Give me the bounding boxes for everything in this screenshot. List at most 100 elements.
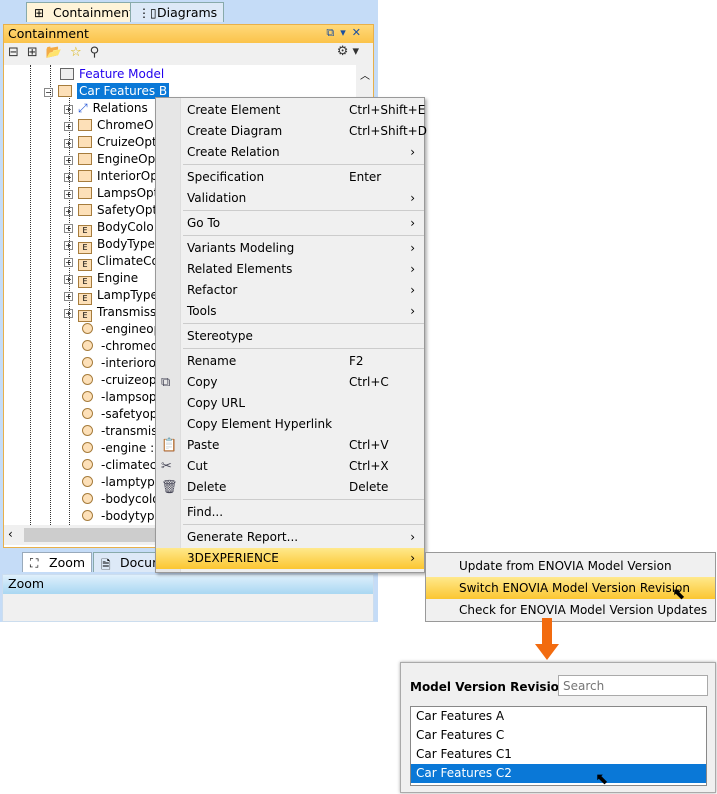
mouse-cursor-icon: ⬉ [672,584,686,603]
tree-item-label: -safetyopt [101,407,163,421]
revision-item[interactable]: Car Features C [411,726,706,745]
revision-item[interactable]: Car Features C2 [411,764,706,783]
menu-item-copy[interactable]: ⧉ Copy Ctrl+C [156,372,424,393]
tab-diagrams[interactable]: ⋮▯ Diagrams [130,2,225,22]
menu-item-3dexperience[interactable]: 3DEXPERIENCE › [156,548,424,569]
property-icon [82,493,93,504]
pin-icon[interactable]: ▾ [340,26,352,39]
star-icon[interactable]: ☆ [70,45,82,60]
tree-item[interactable]: -bodycolo [82,491,160,508]
revisions-list: Car Features A Car Features C Car Features… [410,706,707,786]
tree-item[interactable]: -engineop [82,321,161,338]
tree-item-label: Relations [92,101,148,115]
tree-item[interactable]: -cruizeopt [82,372,161,389]
menu-item-refactor[interactable]: Refactor › [156,280,424,301]
menu-item-find[interactable]: Find... [156,502,424,523]
expand-icon[interactable]: + [64,309,73,318]
document-icon: 🗎 [101,558,111,572]
menu-item-specification[interactable]: Specification Enter [156,167,424,188]
submenu-item[interactable]: Update from ENOVIA Model Version [426,555,715,577]
tree-item[interactable]: -lamptype [82,474,162,491]
menu-item-delete[interactable]: 🗑 Delete Delete [156,477,424,498]
tree-item-label: -chromeo [101,339,158,353]
tree-item[interactable]: + E ClimateCo [64,253,159,271]
tab-zoom[interactable]: ⛶ Zoom [22,552,93,572]
scroll-left-icon[interactable]: ‹ [8,527,13,541]
tree-item[interactable]: -engine : [82,440,154,457]
expand-icon[interactable]: + [64,139,73,148]
menu-item-label: Variants Modeling [187,241,295,255]
tree-item[interactable]: + E Engine [64,270,138,288]
menu-item-label: Copy URL [187,396,246,410]
tree-item[interactable]: + E BodyType [64,236,155,254]
collapse-icon[interactable]: − [44,88,53,97]
tree-item[interactable]: + E BodyColo [64,219,154,237]
tree-item[interactable]: + CruizeOpt [64,134,157,151]
expand-icon[interactable]: + [64,207,73,216]
menu-item-go-to[interactable]: Go To › [156,213,424,234]
tree-item-label: -climatec [101,458,157,472]
collapse-all-icon[interactable]: ⊟ [8,45,19,60]
expand-icon[interactable]: + [64,122,73,131]
menu-item-create-diagram[interactable]: Create Diagram Ctrl+Shift+D [156,121,427,142]
menu-separator [183,524,424,525]
tree-item[interactable]: -chromeo [82,338,158,355]
scroll-up-icon[interactable]: ︿ [360,67,370,82]
tab-containment[interactable]: ⊞ Containment [26,2,141,22]
menu-item-create-element[interactable]: Create Element Ctrl+Shift+E [156,100,425,121]
tree-item[interactable]: + ChromeO [64,117,154,134]
expand-icon[interactable]: + [64,292,73,301]
chevron-right-icon: › [410,551,415,565]
expand-icon[interactable]: + [64,156,73,165]
expand-icon[interactable]: + [64,275,73,284]
tree-item[interactable]: + E LampType [64,287,158,305]
tree-item[interactable]: Feature Model [60,66,164,83]
expand-icon[interactable]: + [64,241,73,250]
revision-item[interactable]: Car Features A [411,707,706,726]
tree-item[interactable]: -climatec [82,457,156,474]
float-icon[interactable]: ⧉ [326,26,340,39]
expand-all-icon[interactable]: ⊞ [27,45,38,60]
menu-item-validation[interactable]: Validation › [156,188,424,209]
menu-item-create-relation[interactable]: Create Relation › [156,142,424,163]
menu-item-stereotype[interactable]: Stereotype [156,326,424,347]
tree-item[interactable]: -transmiss [82,423,164,440]
tree-item[interactable]: -interiorop [82,355,164,372]
menu-item-label: Refactor [187,283,238,297]
search-input[interactable] [558,675,708,696]
expand-icon[interactable]: + [64,105,73,114]
expand-icon[interactable]: + [64,258,73,267]
tree-item[interactable]: -bodytype [82,508,162,525]
menu-item-variants-modeling[interactable]: Variants Modeling › [156,238,424,259]
revision-item[interactable]: Car Features C1 [411,745,706,764]
tree-item[interactable]: − Car Features B [44,83,170,100]
menu-item-tools[interactable]: Tools › [156,301,424,322]
tree-item[interactable]: -lampsopt [82,389,161,406]
open-folder-icon[interactable]: 📂 [46,45,62,60]
menu-item-label: 3DEXPERIENCE [187,551,279,565]
tree-item[interactable]: + EngineOpt [64,151,160,168]
tab-documentation[interactable]: 🗎 Docum [93,552,163,572]
tree-item[interactable]: + ⤢ Relations [64,100,148,117]
menu-item-copy-url[interactable]: Copy URL [156,393,424,414]
menu-item-generate-report[interactable]: Generate Report... › [156,527,424,548]
tree-item[interactable]: + SafetyOpt [64,202,157,219]
menu-item-paste[interactable]: 📋 Paste Ctrl+V [156,435,424,456]
tree-item[interactable]: + LampsOpt [64,185,158,202]
menu-item-cut[interactable]: ✂ Cut Ctrl+X [156,456,424,477]
search-icon[interactable]: ⚲ [90,45,100,60]
close-icon[interactable]: ✕ [352,26,367,39]
expand-icon[interactable]: + [64,224,73,233]
tree-item[interactable]: + E Transmiss [64,304,156,322]
menu-item-copy-element-hyperlink[interactable]: Copy Element Hyperlink [156,414,424,435]
expand-icon[interactable]: + [64,190,73,199]
tree-item[interactable]: + InteriorOp [64,168,158,185]
tree-item-label: EngineOpt [97,152,160,166]
paste-icon: 📋 [161,438,178,453]
menu-item-rename[interactable]: Rename F2 [156,351,424,372]
expand-icon[interactable]: + [64,173,73,182]
chevron-right-icon: › [410,241,415,255]
tree-item[interactable]: -safetyopt [82,406,162,423]
gear-icon[interactable]: ⚙ ▾ [337,44,359,59]
menu-item-related-elements[interactable]: Related Elements › [156,259,424,280]
